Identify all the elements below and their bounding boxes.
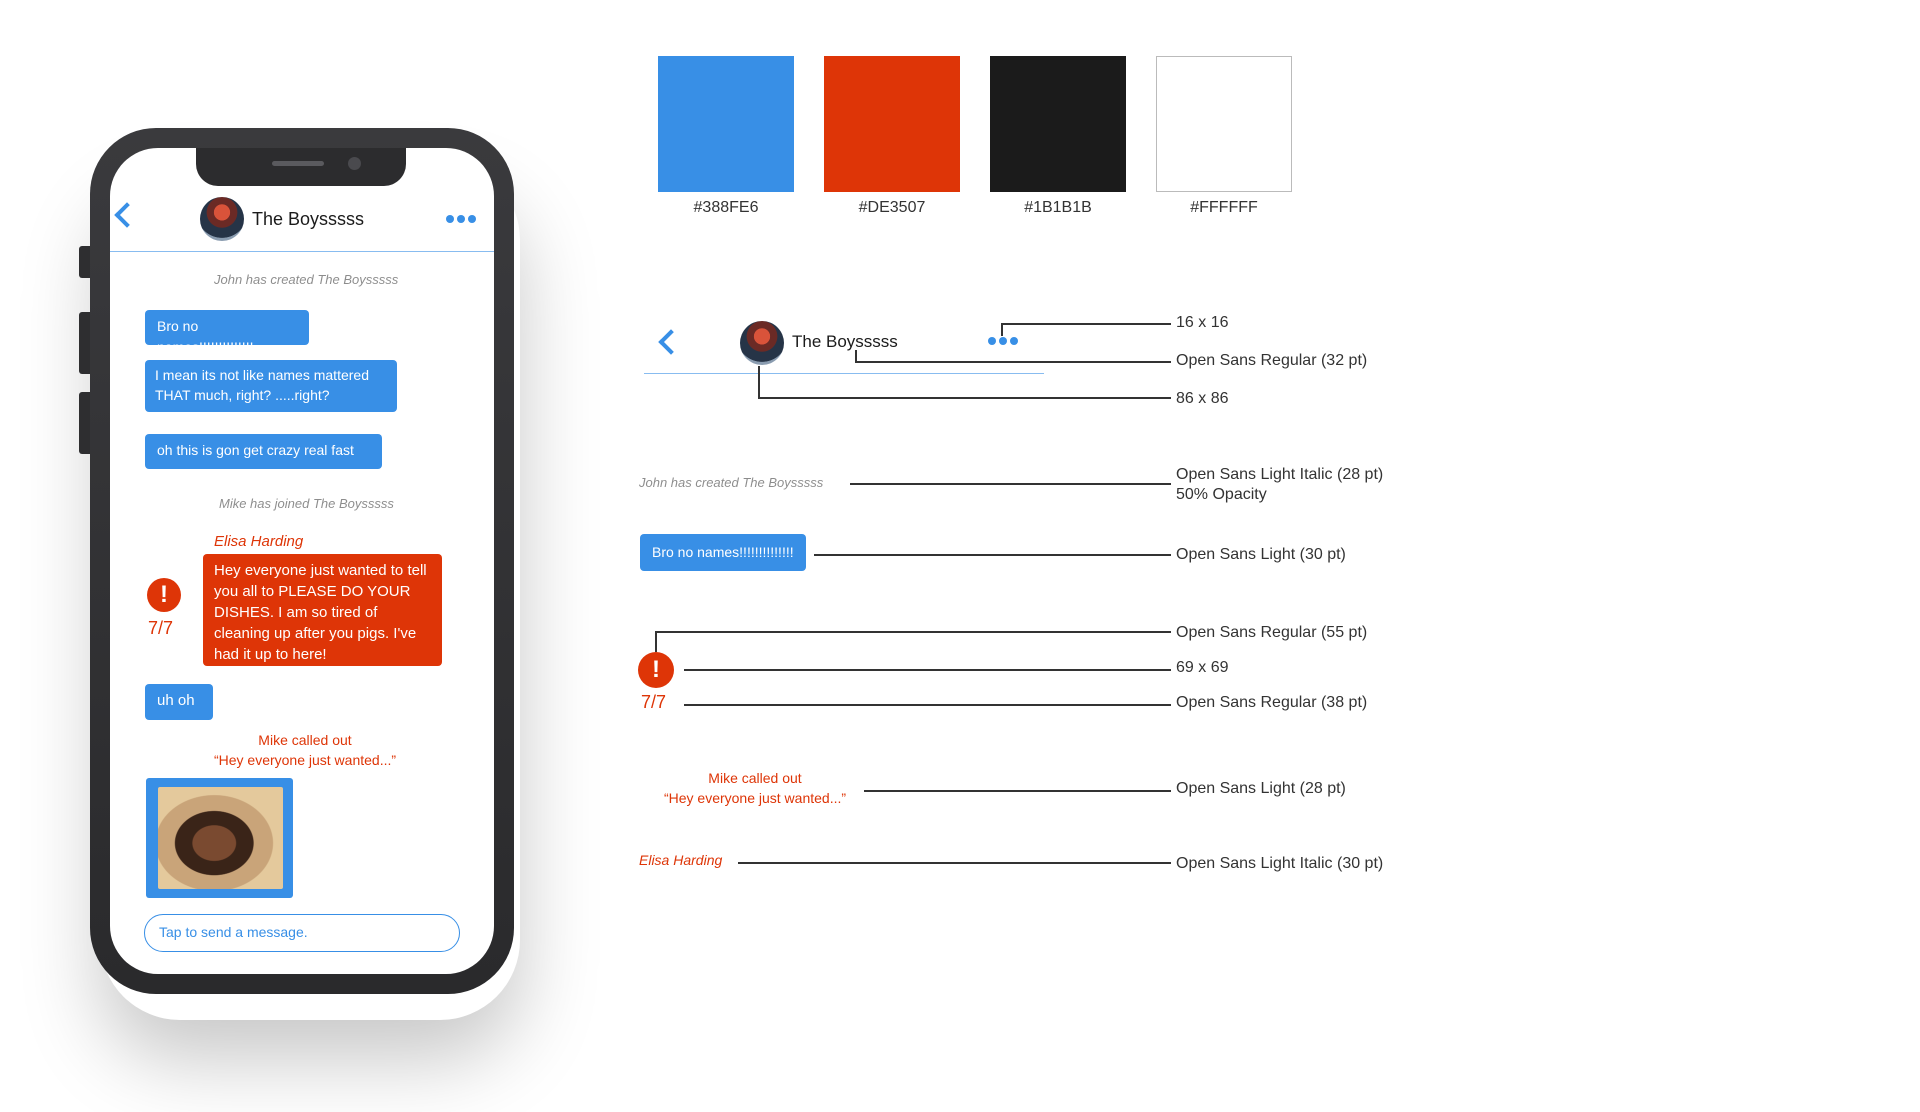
leader-callout [864,790,1171,792]
spec-system-message: John has created The Boysssss [639,475,824,490]
leader-avatar-v [758,366,760,398]
spec-title: The Boysssss [792,332,898,351]
spec-label-alert-size: 69 x 69 [1176,659,1229,676]
spec-label-count-font: Open Sans Regular (38 pt) [1176,694,1368,711]
swatch-red [824,56,960,192]
callout-notice: Mike called out “Hey everyone just wante… [180,730,430,770]
more-dots-icon[interactable] [446,215,476,223]
spec-more-dots-icon [988,337,1018,345]
swatch-white [1156,56,1292,192]
message-bubble[interactable]: uh oh [145,684,213,720]
header-divider [110,251,494,252]
leader-avatar [758,397,1171,399]
swatch-label-red: #DE3507 [858,199,926,216]
spec-count: 7/7 [641,692,667,712]
message-bubble[interactable]: Bro no names!!!!!!!!!!!!!! [145,310,309,355]
image-message-photo [158,787,283,889]
spec-bubble: Bro no names!!!!!!!!!!!!!! [640,534,806,571]
alert-icon[interactable]: ! [147,578,181,612]
spec-label-alert-font: Open Sans Regular (55 pt) [1176,624,1368,641]
system-message-created: John has created The Boysssss [214,272,399,287]
spec-callout: Mike called out “Hey everyone just wante… [655,768,855,808]
spec-sender: Elisa Harding [639,852,723,868]
group-avatar[interactable] [200,197,244,241]
spec-label-system-font: Open Sans Light Italic (28 pt) [1176,466,1384,483]
leader-dots [1001,323,1171,325]
leader-count [684,704,1171,706]
system-message-joined: Mike has joined The Boysssss [219,496,394,511]
callout-line-1: Mike called out [258,732,352,748]
sender-name: Elisa Harding [214,533,304,550]
phone-speaker [272,161,324,166]
spec-label-sender-font: Open Sans Light Italic (30 pt) [1176,855,1384,872]
callout-count: 7/7 [148,618,174,638]
swatch-black [990,56,1126,192]
leader-alert-font [655,631,1171,633]
spec-label-dots-size: 16 x 16 [1176,314,1229,331]
flagged-message-bubble[interactable]: Hey everyone just wanted to tell you all… [203,554,442,666]
phone-notch [196,148,406,186]
leader-dots-v [1001,324,1003,336]
spec-avatar [740,321,784,365]
leader-system [850,483,1171,485]
message-input[interactable]: Tap to send a message. [144,914,460,952]
spec-chevron-left-icon [658,329,684,355]
swatch-label-blue: #388FE6 [693,199,759,216]
spec-label-title-font: Open Sans Regular (32 pt) [1176,352,1368,369]
spec-label-callout-font: Open Sans Light (28 pt) [1176,780,1346,797]
leader-sender [738,862,1171,864]
spec-label-bubble-font: Open Sans Light (30 pt) [1176,546,1346,563]
message-bubble[interactable]: I mean its not like names mattered THAT … [145,360,397,412]
callout-line-2: “Hey everyone just wanted...” [213,752,397,768]
chat-title: The Boysssss [252,209,365,229]
spec-divider [644,373,1044,374]
swatch-label-white: #FFFFFF [1190,199,1258,216]
message-bubble[interactable]: oh this is gon get crazy real fast [145,434,382,469]
spec-callout-line-2: “Hey everyone just wanted...” [663,790,847,806]
leader-bubble [814,554,1171,556]
phone-camera [348,157,361,170]
leader-alert-size [684,669,1171,671]
leader-alert-font-v [655,631,657,652]
spec-label-avatar-size: 86 x 86 [1176,390,1229,407]
spec-alert-icon: ! [638,652,674,688]
swatch-blue [658,56,794,192]
leader-title [855,361,1171,363]
swatch-label-black: #1B1B1B [1024,199,1092,216]
spec-callout-line-1: Mike called out [708,770,802,786]
spec-label-system-opacity: 50% Opacity [1176,486,1267,503]
